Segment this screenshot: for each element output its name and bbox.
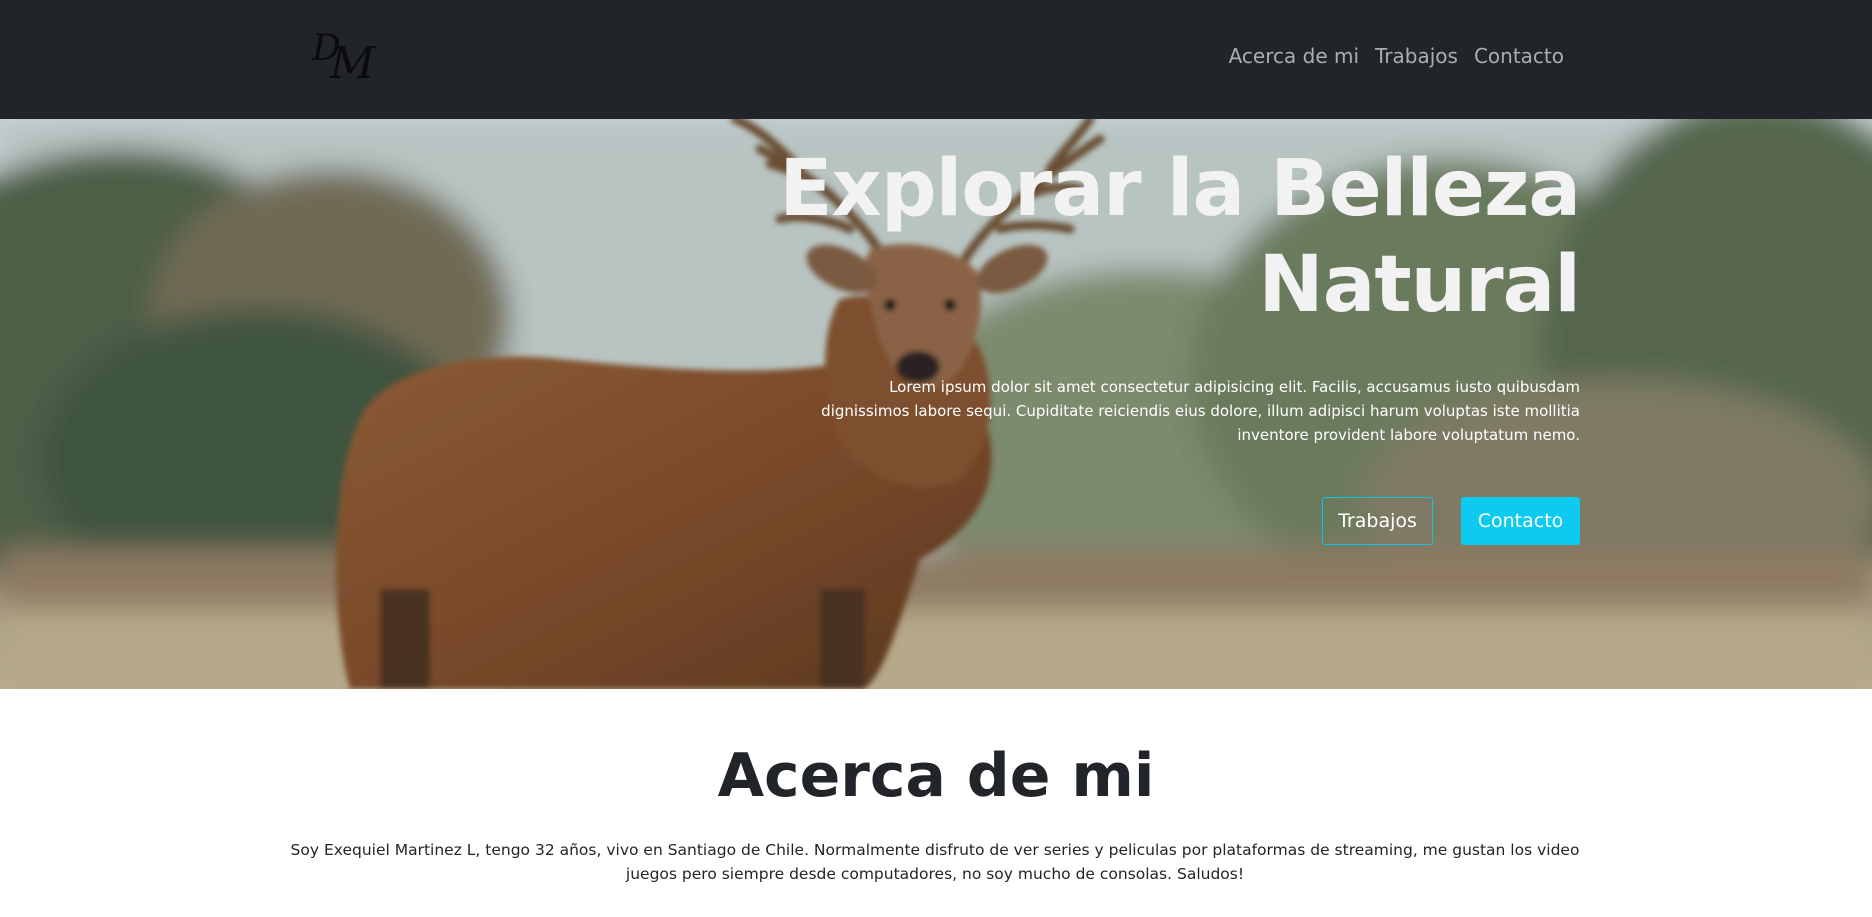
hero-section: Explorar la Belleza Natural Lorem ipsum … bbox=[0, 119, 1872, 689]
hero-buttons: Trabajos Contacto bbox=[1322, 497, 1580, 545]
nav-link-trabajos[interactable]: Trabajos bbox=[1367, 40, 1466, 72]
hero-description: Lorem ipsum dolor sit amet consectetur a… bbox=[821, 378, 1580, 444]
about-text: Soy Exequiel Martinez L, tengo 32 años, … bbox=[290, 841, 1580, 883]
nav-links: Acerca de mi Trabajos Contacto bbox=[1221, 40, 1572, 72]
contacto-button[interactable]: Contacto bbox=[1461, 497, 1580, 545]
hero-title: Explorar la Belleza Natural bbox=[680, 141, 1581, 333]
trabajos-button[interactable]: Trabajos bbox=[1322, 497, 1433, 545]
navbar: D M Acerca de mi Trabajos Contacto bbox=[0, 0, 1872, 119]
hero-title-line2: Natural bbox=[1258, 240, 1581, 330]
nav-link-acerca[interactable]: Acerca de mi bbox=[1221, 40, 1367, 72]
about-title: Acerca de mi bbox=[717, 741, 1155, 811]
brand-logo[interactable]: D M bbox=[300, 28, 382, 89]
nav-link-contacto[interactable]: Contacto bbox=[1466, 40, 1572, 72]
hero-title-line1: Explorar la Belleza bbox=[779, 144, 1581, 234]
